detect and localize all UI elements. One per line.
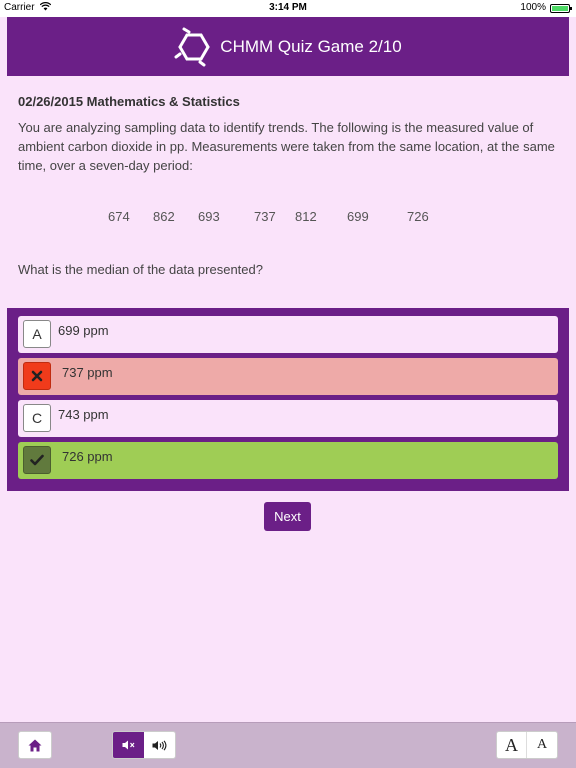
next-button[interactable]: Next <box>264 502 311 531</box>
page-title: CHMM Quiz Game 2/10 <box>220 36 402 56</box>
clock: 3:14 PM <box>269 2 307 13</box>
data-value: 674 <box>108 209 130 224</box>
answer-letter-badge: A <box>23 320 51 348</box>
mute-button[interactable] <box>113 732 144 758</box>
answer-option-a[interactable]: A 699 ppm <box>18 316 558 353</box>
question-text: You are analyzing sampling data to ident… <box>18 120 555 173</box>
font-size-increase-button[interactable]: A <box>497 732 527 758</box>
battery-icon <box>550 4 572 13</box>
status-bar: Carrier 3:14 PM 100% <box>0 0 576 17</box>
question-prompt: What is the median of the data presented… <box>18 262 263 277</box>
speaker-on-icon <box>152 739 167 751</box>
app-header: CHMM Quiz Game 2/10 <box>7 17 569 76</box>
speaker-mute-icon <box>122 740 134 750</box>
sound-on-button[interactable] <box>144 732 175 758</box>
question-heading: 02/26/2015 Mathematics & Statistics <box>18 94 240 109</box>
answer-letter-badge: C <box>23 404 51 432</box>
bottom-toolbar: A A <box>0 722 576 768</box>
answer-text: 743 ppm <box>58 407 109 422</box>
answer-option-c[interactable]: C 743 ppm <box>18 400 558 437</box>
answer-text: 726 ppm <box>62 449 113 464</box>
font-size-decrease-button[interactable]: A <box>527 732 557 758</box>
data-value: 699 <box>347 209 369 224</box>
hexagon-logo-icon <box>174 27 210 66</box>
battery-percent: 100% <box>520 2 546 13</box>
font-size-control: A A <box>496 731 558 759</box>
data-value: 737 <box>254 209 276 224</box>
x-mark-icon <box>23 362 51 390</box>
check-mark-icon <box>23 446 51 474</box>
data-values: 674 862 693 737 812 699 726 <box>0 209 576 225</box>
sound-toggle <box>112 731 176 759</box>
data-value: 693 <box>198 209 220 224</box>
data-value: 812 <box>295 209 317 224</box>
answer-text: 699 ppm <box>58 323 109 338</box>
home-icon <box>28 739 42 751</box>
home-button[interactable] <box>18 731 52 759</box>
answer-option-b[interactable]: 737 ppm <box>18 358 558 395</box>
data-value: 726 <box>407 209 429 224</box>
data-value: 862 <box>153 209 175 224</box>
answers-panel: A 699 ppm 737 ppm C 743 ppm 726 ppm <box>7 308 569 491</box>
answer-text: 737 ppm <box>62 365 113 380</box>
answer-option-d[interactable]: 726 ppm <box>18 442 558 479</box>
